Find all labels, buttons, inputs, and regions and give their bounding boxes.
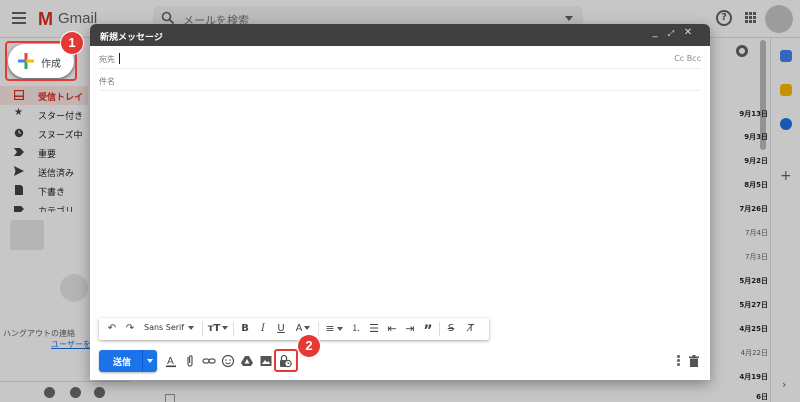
indent-less-icon[interactable]: ⇤ — [385, 322, 399, 336]
redo-icon[interactable]: ↷ — [123, 322, 137, 336]
remove-formatting-icon[interactable]: T̸ — [464, 322, 478, 336]
undo-icon[interactable]: ↶ — [105, 322, 119, 336]
highlight-box-step2 — [274, 349, 298, 372]
strikethrough-icon[interactable]: S — [444, 322, 458, 336]
compose-title: 新規メッセージ — [100, 33, 163, 43]
link-icon[interactable] — [202, 354, 216, 368]
photo-icon[interactable] — [259, 354, 273, 368]
bulleted-list-icon[interactable]: ☰ — [367, 322, 381, 336]
cc-bcc-link[interactable]: Cc Bcc — [674, 54, 701, 63]
quote-icon[interactable]: ” — [421, 322, 435, 339]
bold-icon[interactable]: B — [238, 322, 252, 336]
drive-icon[interactable] — [240, 354, 254, 368]
numbered-list-icon[interactable]: ⒈ — [349, 322, 363, 336]
underline-icon[interactable]: U — [274, 322, 288, 336]
step-badge-2: 2 — [298, 335, 320, 357]
subject-field[interactable]: 件名 — [99, 70, 701, 91]
text-color-icon[interactable]: A — [292, 322, 314, 336]
fullscreen-icon[interactable]: ⤢ — [664, 29, 678, 45]
formatting-options-icon[interactable]: A — [164, 354, 178, 368]
schedule-send-icon[interactable] — [147, 359, 153, 363]
subject-label: 件名 — [99, 77, 115, 86]
toolbar-divider — [202, 322, 203, 336]
italic-icon[interactable]: I — [256, 322, 270, 336]
send-button[interactable]: 送信 — [99, 350, 157, 372]
font-family-select[interactable]: Sans Serif — [144, 323, 195, 332]
toolbar-divider — [318, 322, 319, 336]
text-cursor — [119, 53, 120, 64]
emoji-icon[interactable] — [221, 354, 235, 368]
align-icon[interactable]: ≡ — [323, 322, 345, 336]
svg-text:A: A — [167, 356, 174, 367]
compose-header: 新規メッセージ _ ⤢ ✕ — [90, 24, 710, 46]
font-family-value: Sans Serif — [144, 323, 185, 332]
compose-window: 新規メッセージ _ ⤢ ✕ 宛先 Cc Bcc 件名 ↶ ↷ Sans Seri… — [90, 24, 710, 380]
toolbar-divider — [233, 322, 234, 336]
send-divider — [142, 350, 143, 372]
trash-icon[interactable] — [689, 355, 699, 367]
font-size-icon[interactable]: тT — [207, 322, 229, 336]
close-icon[interactable]: ✕ — [681, 27, 695, 43]
to-field[interactable]: 宛先 Cc Bcc — [99, 48, 701, 69]
chevron-down-icon — [188, 325, 195, 330]
minimize-icon[interactable]: _ — [648, 27, 662, 43]
more-options-icon[interactable] — [677, 355, 681, 367]
send-label: 送信 — [113, 358, 132, 368]
to-label: 宛先 — [99, 55, 115, 64]
attachment-icon[interactable] — [183, 354, 197, 368]
toolbar-divider — [439, 322, 440, 336]
indent-more-icon[interactable]: ⇥ — [403, 322, 417, 336]
step-badge-1: 1 — [61, 32, 83, 54]
formatting-toolbar: ↶ ↷ Sans Serif тT B I U A ≡ ⒈ ☰ ⇤ ⇥ ” S … — [99, 318, 489, 340]
